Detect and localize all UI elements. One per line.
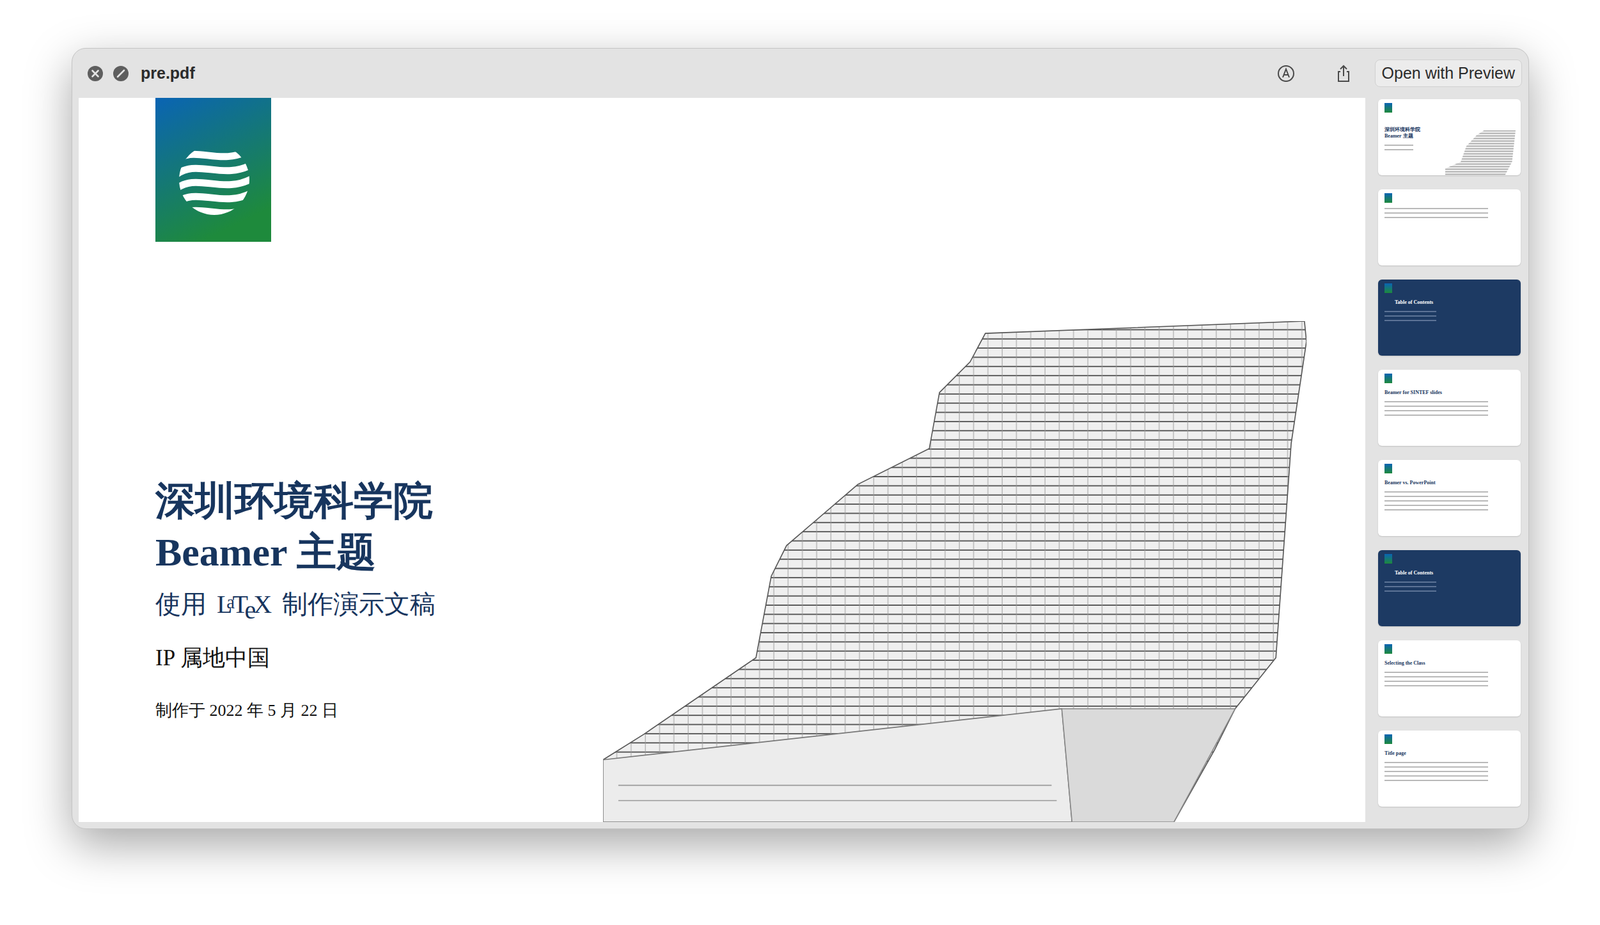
slide-author: IP 属地中国 — [155, 642, 604, 675]
thumb-text-line — [1384, 680, 1489, 682]
thumb-logo-icon — [1384, 373, 1393, 384]
thumb-title: Table of Contents — [1394, 569, 1515, 577]
building-illustration — [603, 321, 1307, 822]
thumb-text-line — [1384, 581, 1437, 583]
thumb-text-line — [1384, 319, 1437, 322]
desktop: pre.pdf Open with Preview 深圳环境科学院Beamer 主题… — [0, 0, 1600, 925]
thumb-logo-icon — [1384, 193, 1393, 203]
thumb-logo-icon — [1384, 102, 1393, 113]
institute-logo-icon — [155, 97, 272, 242]
thumb-text-line — [1384, 207, 1489, 210]
thumb-text-line — [1384, 504, 1489, 506]
page-thumbnail[interactable]: Table of Contents — [1378, 549, 1521, 627]
page-thumbnail[interactable] — [1378, 189, 1521, 266]
page-thumbnail[interactable]: 深圳环境科学院 Beamer 主题 — [1378, 99, 1521, 176]
slide-subtitle: 使用LaTeX制作演示文稿 — [155, 585, 604, 626]
thumb-logo-icon — [1384, 643, 1393, 654]
fullscreen-icon[interactable] — [112, 65, 130, 82]
quicklook-window: pre.pdf Open with Preview 深圳环境科学院Beamer 主题… — [71, 47, 1530, 829]
latex-logo: LaTeX — [216, 585, 272, 626]
thumbnail-sidebar: 深圳环境科学院 Beamer 主题 Table of Contents Beamer… — [1378, 97, 1521, 822]
thumb-text-line — [1384, 770, 1489, 772]
page-thumbnail[interactable]: Table of Contents — [1378, 279, 1521, 356]
page-thumbnail[interactable]: Beamer vs. PowerPoint — [1378, 459, 1521, 536]
thumb-logo-icon — [1384, 734, 1393, 744]
thumb-title: Selecting the Class — [1384, 659, 1515, 667]
thumb-text-line — [1384, 414, 1489, 416]
thumb-text-line — [1384, 766, 1489, 768]
thumb-logo-icon — [1384, 283, 1393, 293]
share-icon[interactable] — [1333, 63, 1354, 84]
title-bar: pre.pdf Open with Preview — [72, 48, 1529, 98]
thumb-text-line — [1384, 684, 1489, 687]
thumb-text-line — [1384, 500, 1489, 502]
thumb-logo-icon — [1384, 463, 1393, 474]
thumb-text-line — [1384, 495, 1489, 497]
thumb-text-line — [1384, 775, 1489, 777]
page-thumbnail[interactable]: Beamer for SINTEF slides — [1378, 369, 1521, 446]
thumb-text-line — [1384, 585, 1437, 588]
window-title: pre.pdf — [140, 63, 196, 83]
thumb-text-line — [1384, 144, 1414, 146]
thumb-title: Beamer vs. PowerPoint — [1384, 479, 1515, 487]
thumb-text-line — [1384, 590, 1437, 592]
thumb-text-line — [1384, 761, 1489, 763]
page-thumbnail[interactable]: Selecting the Class — [1378, 640, 1521, 717]
slide-title: 深圳环境科学院Beamer 主题 — [155, 475, 604, 578]
thumb-building-icon — [1445, 130, 1516, 176]
thumb-text-line — [1384, 315, 1437, 317]
thumb-text-line — [1384, 675, 1489, 678]
thumb-title: Beamer for SINTEF slides — [1384, 389, 1515, 396]
thumb-text-line — [1384, 149, 1414, 151]
close-icon[interactable] — [86, 65, 104, 82]
thumb-text-line — [1384, 779, 1489, 781]
thumb-text-line — [1384, 212, 1489, 214]
thumb-logo-icon — [1384, 553, 1393, 564]
thumb-title: Title page — [1384, 750, 1515, 757]
thumb-text-line — [1384, 400, 1489, 403]
open-with-preview-button[interactable]: Open with Preview — [1374, 59, 1522, 87]
preview-area: 深圳环境科学院Beamer 主题使用LaTeX制作演示文稿 IP 属地中国制作于 … — [72, 97, 1529, 829]
thumb-text-line — [1384, 671, 1489, 673]
markup-icon[interactable] — [1276, 63, 1296, 84]
thumb-title: 深圳环境科学院 Beamer 主题 — [1384, 126, 1423, 140]
thumb-text-line — [1384, 409, 1489, 412]
slide-page: 深圳环境科学院Beamer 主题使用LaTeX制作演示文稿 IP 属地中国制作于 … — [78, 97, 1366, 822]
thumb-text-line — [1384, 405, 1489, 407]
thumb-title: Table of Contents — [1394, 299, 1515, 306]
slide-date: 制作于 2022 年 5 月 22 日 — [155, 697, 604, 724]
thumb-text-line — [1384, 216, 1489, 219]
page-thumbnail[interactable]: Title page — [1378, 730, 1521, 807]
thumb-text-line — [1384, 491, 1489, 493]
thumb-text-line — [1384, 310, 1437, 313]
thumb-text-line — [1384, 509, 1489, 511]
